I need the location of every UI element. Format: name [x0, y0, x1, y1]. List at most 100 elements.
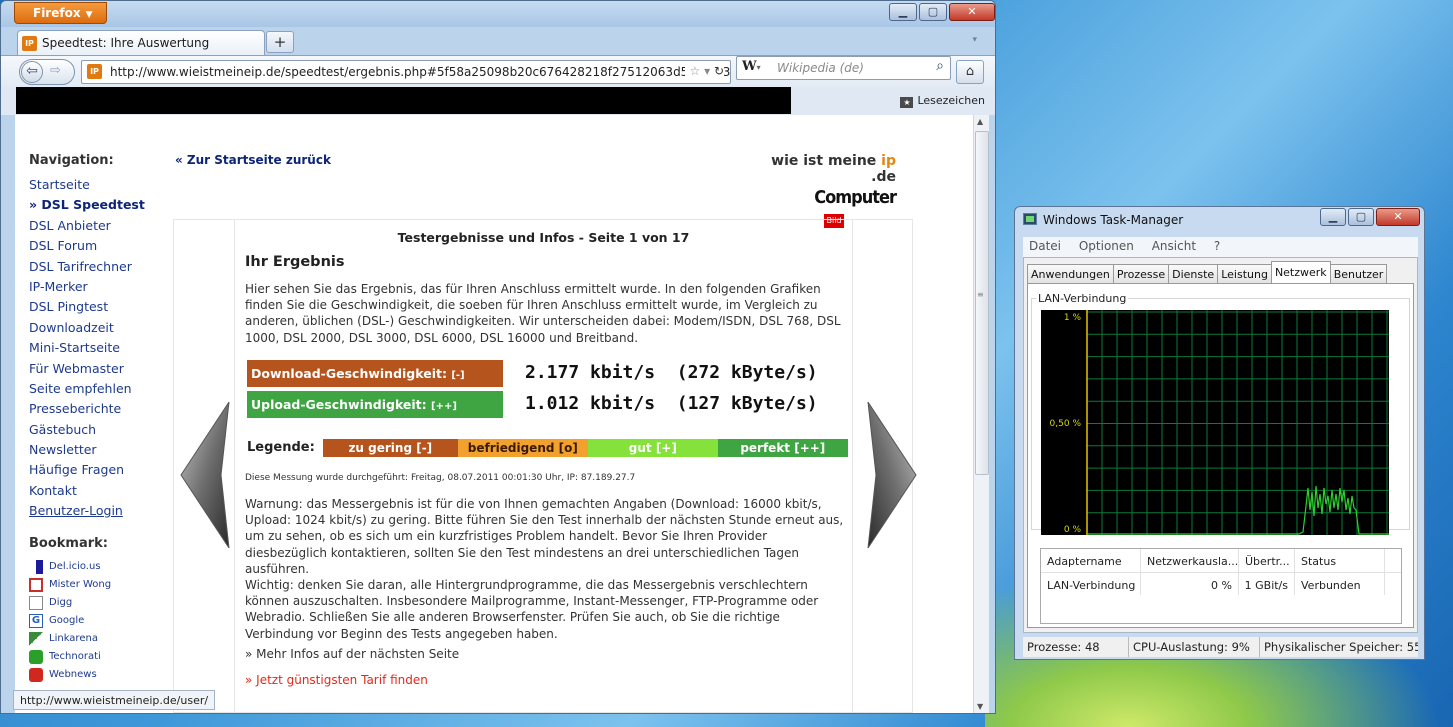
nav-presseberichte[interactable]: Presseberichte: [29, 401, 169, 421]
nav-downloadzeit[interactable]: Downloadzeit: [29, 320, 169, 340]
result-box: Testergebnisse und Infos - Seite 1 von 1…: [173, 219, 917, 713]
logo-suffix: .de: [871, 169, 896, 185]
nav-dsl-speedtest[interactable]: » DSL Speedtest: [29, 197, 169, 217]
more-info-link[interactable]: » Mehr Infos auf der nächsten Seite: [245, 647, 459, 661]
tab-netzwerk[interactable]: Netzwerk: [1270, 261, 1331, 283]
tab-anwendungen[interactable]: Anwendungen: [1027, 264, 1114, 283]
reload-icon[interactable]: ↻: [714, 64, 724, 78]
firefox-menu-button[interactable]: Firefox ▼: [14, 2, 107, 24]
nav-fuer-webmaster[interactable]: Für Webmaster: [29, 361, 169, 381]
status-cpu: CPU-Auslastung: 9%: [1129, 637, 1260, 657]
nav-startseite[interactable]: Startseite: [29, 177, 169, 197]
delicious-icon: [29, 559, 43, 574]
tab-list-icon[interactable]: ▾: [972, 35, 977, 45]
back-button[interactable]: ⇦: [21, 61, 43, 83]
nav-ip-merker[interactable]: IP-Merker: [29, 279, 169, 299]
forward-button[interactable]: ⇨: [50, 63, 61, 78]
nav-title: Navigation:: [29, 153, 114, 168]
webnews-icon: [29, 667, 43, 682]
download-value: 2.177 kbit/s (272 kByte/s): [525, 362, 818, 383]
back-to-home-link[interactable]: « Zur Startseite zurück: [175, 153, 331, 167]
nav-newsletter[interactable]: Newsletter: [29, 442, 169, 462]
scroll-up-icon[interactable]: ▲: [977, 117, 983, 126]
scroll-down-icon[interactable]: ▼: [977, 702, 983, 711]
tab-benutzer[interactable]: Benutzer: [1329, 264, 1388, 283]
scroll-thumb[interactable]: [975, 131, 989, 475]
measurement-info: Diese Messung wurde durchgeführt: Freita…: [245, 473, 636, 483]
maximize-button[interactable]: ▢: [919, 3, 947, 21]
taskmanager-title: Windows Task-Manager: [1043, 213, 1184, 227]
tab-strip: IP Speedtest: Ihre Auswertung + ▾: [1, 27, 995, 55]
site-logo[interactable]: wie ist meine ip .de Computer Bild: [746, 153, 897, 228]
bookmark-delicious[interactable]: Del.icio.us: [29, 558, 169, 576]
nav-dsl-forum[interactable]: DSL Forum: [29, 238, 169, 258]
search-engine-letter: W: [742, 59, 757, 74]
tm-menubar: Datei Optionen Ansicht ?: [1023, 237, 1418, 257]
nav-dsl-tarifrechner[interactable]: DSL Tarifrechner: [29, 259, 169, 279]
tm-minimize-button[interactable]: ▁: [1320, 208, 1346, 226]
url-bar[interactable]: IP http://www.wieistmeineip.de/speedtest…: [81, 60, 731, 84]
search-icon[interactable]: ⌕: [936, 58, 944, 74]
nav-dsl-pingtest[interactable]: DSL Pingtest: [29, 299, 169, 319]
site-identity-icon[interactable]: IP: [87, 64, 102, 79]
adapter-row[interactable]: LAN-Verbindung 0 % 1 GBit/s Verbunden: [1041, 573, 1401, 595]
col-uebertragung[interactable]: Übertr...: [1239, 549, 1295, 572]
firefox-menu-label: Firefox: [33, 6, 81, 20]
result-heading: Testergebnisse und Infos - Seite 1 von 1…: [397, 230, 690, 245]
bookmark-digg[interactable]: Digg: [29, 594, 169, 612]
tm-maximize-button[interactable]: ▢: [1348, 208, 1374, 226]
bookmark-mister-wong[interactable]: Mister Wong: [29, 576, 169, 594]
status-url: http://www.wieistmeineip.de/user/: [13, 690, 216, 710]
download-label-text: Download-Geschwindigkeit:: [251, 366, 447, 381]
nav-dsl-anbieter[interactable]: DSL Anbieter: [29, 218, 169, 238]
graph-title: LAN-Verbindung: [1036, 292, 1129, 305]
bookmark-linkarena[interactable]: Linkarena: [29, 630, 169, 648]
minimize-button[interactable]: ▁: [889, 3, 917, 21]
next-page-arrow-icon[interactable]: [860, 400, 920, 550]
bookmarks-menu-button[interactable]: ★ Lesezeichen: [900, 94, 985, 108]
history-dropdown-icon[interactable]: ▾: [704, 64, 710, 78]
tab-title: Speedtest: Ihre Auswertung: [42, 36, 210, 50]
previous-page-arrow-icon[interactable]: [177, 400, 237, 550]
tab-dienste[interactable]: Dienste: [1168, 264, 1219, 283]
result-panel: Testergebnisse und Infos - Seite 1 von 1…: [234, 220, 853, 712]
tab-leistung[interactable]: Leistung: [1217, 264, 1272, 283]
new-tab-button[interactable]: +: [266, 31, 294, 53]
bookmarks-label: Lesezeichen: [917, 94, 985, 107]
nav-haeufige-fragen[interactable]: Häufige Fragen: [29, 462, 169, 482]
search-bar[interactable]: W▾ Wikipedia (de) ⌕: [736, 56, 951, 80]
tarif-link[interactable]: » Jetzt günstigsten Tarif finden: [245, 673, 428, 687]
download-row: Download-Geschwindigkeit: [-] 2.177 kbit…: [247, 360, 837, 387]
bookmarks-icon: ★: [900, 97, 914, 108]
home-button[interactable]: ⌂: [956, 60, 984, 84]
col-adaptername[interactable]: Adaptername: [1041, 549, 1141, 572]
close-button[interactable]: ✕: [949, 3, 995, 21]
nav-seite-empfehlen[interactable]: Seite empfehlen: [29, 381, 169, 401]
nav-benutzer-login[interactable]: Benutzer-Login: [29, 503, 169, 523]
bookmark-star-icon[interactable]: ☆: [689, 64, 700, 78]
nav-kontakt[interactable]: Kontakt: [29, 483, 169, 503]
nav-mini-startseite[interactable]: Mini-Startseite: [29, 340, 169, 360]
hint-text: Wichtig: denken Sie daran, alle Hintergr…: [245, 578, 819, 641]
download-kbit: 2.177 kbit/s: [525, 362, 656, 383]
tab-speedtest[interactable]: IP Speedtest: Ihre Auswertung: [17, 30, 265, 55]
page-scrollbar[interactable]: ▲ ≡ ▼: [973, 115, 989, 713]
graph-grid: [1086, 310, 1389, 535]
menu-optionen[interactable]: Optionen: [1079, 239, 1134, 253]
tab-prozesse[interactable]: Prozesse: [1112, 264, 1170, 283]
bookmark-technorati[interactable]: Technorati: [29, 648, 169, 666]
col-status[interactable]: Status: [1295, 549, 1385, 572]
bookmark-label: Linkarena: [49, 633, 98, 645]
col-netzwerkauslastung[interactable]: Netzwerkausla...: [1141, 549, 1239, 572]
bookmark-google[interactable]: G Google: [29, 612, 169, 630]
bookmark-webnews[interactable]: Webnews: [29, 666, 169, 684]
nav-gaestebuch[interactable]: Gästebuch: [29, 422, 169, 442]
network-usage-graph: 1 % 0,50 % 0 %: [1041, 310, 1389, 535]
menu-help[interactable]: ?: [1214, 239, 1220, 253]
menu-datei[interactable]: Datei: [1029, 239, 1061, 253]
upload-kbit: 1.012 kbit/s: [525, 393, 656, 414]
legend-gut: gut [+]: [587, 438, 718, 457]
menu-ansicht[interactable]: Ansicht: [1152, 239, 1196, 253]
search-engine-icon[interactable]: W▾: [742, 59, 761, 74]
tm-close-button[interactable]: ✕: [1376, 208, 1420, 226]
